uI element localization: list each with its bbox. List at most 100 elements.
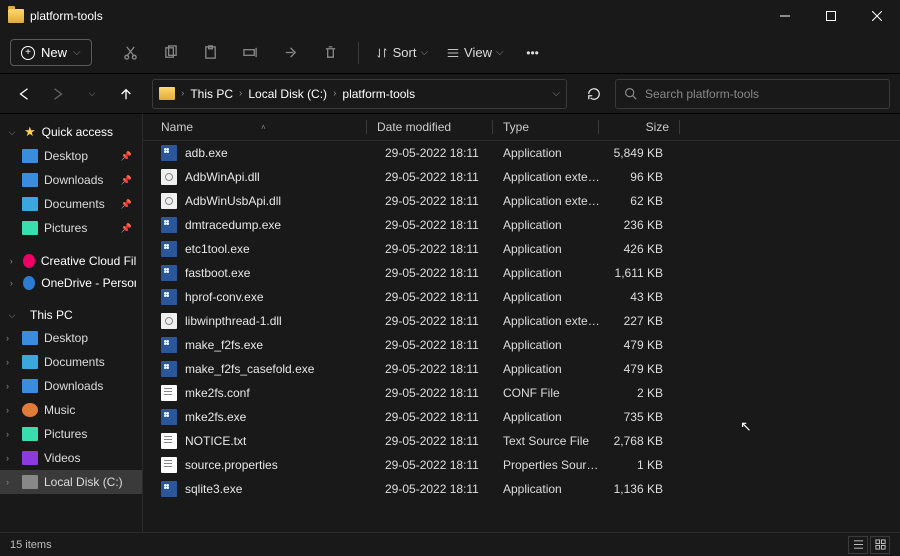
col-date[interactable]: Date modified: [377, 120, 492, 134]
minimize-button[interactable]: [762, 0, 808, 32]
file-date: 29-05-2022 18:11: [385, 242, 503, 256]
file-row[interactable]: make_f2fs_casefold.exe29-05-2022 18:11Ap…: [143, 357, 900, 381]
file-size: 227 KB: [603, 314, 663, 328]
file-row[interactable]: source.properties29-05-2022 18:11Propert…: [143, 453, 900, 477]
file-name: hprof-conv.exe: [185, 290, 385, 304]
col-type[interactable]: Type: [503, 120, 598, 134]
file-size: 1,136 KB: [603, 482, 663, 496]
file-row[interactable]: dmtracedump.exe29-05-2022 18:11Applicati…: [143, 213, 900, 237]
file-name: mke2fs.conf: [185, 386, 385, 400]
file-type: Text Source File: [503, 434, 603, 448]
file-type: CONF File: [503, 386, 603, 400]
more-icon[interactable]: •••: [516, 38, 550, 68]
chevron-right-icon: ›: [6, 256, 17, 266]
delete-icon[interactable]: [314, 38, 348, 68]
recent-dropdown[interactable]: ⌵: [78, 80, 106, 108]
cut-icon[interactable]: [114, 38, 148, 68]
sidebar-item[interactable]: Desktop📌: [0, 144, 142, 168]
file-date: 29-05-2022 18:11: [385, 170, 503, 184]
file-row[interactable]: etc1tool.exe29-05-2022 18:11Application4…: [143, 237, 900, 261]
sidebar-item[interactable]: ›Pictures: [0, 422, 142, 446]
file-icon: [161, 313, 177, 329]
sidebar-item[interactable]: ›OneDrive - Persona: [0, 272, 142, 294]
file-row[interactable]: AdbWinApi.dll29-05-2022 18:11Application…: [143, 165, 900, 189]
folder-icon: [8, 9, 24, 23]
file-icon: [161, 409, 177, 425]
sidebar-item[interactable]: Documents📌: [0, 192, 142, 216]
close-button[interactable]: [854, 0, 900, 32]
file-row[interactable]: mke2fs.exe29-05-2022 18:11Application735…: [143, 405, 900, 429]
column-headers: Name˄ Date modified Type Size: [143, 114, 900, 141]
sidebar-item[interactable]: ›Downloads: [0, 374, 142, 398]
file-type: Application: [503, 290, 603, 304]
sidebar-quick-access[interactable]: ⌵ ★ Quick access: [0, 120, 142, 144]
titlebar[interactable]: platform-tools: [0, 0, 900, 32]
view-button[interactable]: View ⌵: [440, 45, 510, 60]
item-icon: [22, 331, 38, 345]
file-name: make_f2fs_casefold.exe: [185, 362, 385, 376]
sidebar-item[interactable]: ›Creative Cloud Files: [0, 250, 142, 272]
file-row[interactable]: mke2fs.conf29-05-2022 18:11CONF File2 KB: [143, 381, 900, 405]
pin-icon: 📌: [121, 199, 132, 210]
item-icon: [22, 451, 38, 465]
sidebar-item[interactable]: ›Videos: [0, 446, 142, 470]
file-date: 29-05-2022 18:11: [385, 314, 503, 328]
search-input[interactable]: Search platform-tools: [615, 79, 890, 109]
toolbar: + New ⌵ Sort ⌵ View ⌵ •••: [0, 32, 900, 74]
file-row[interactable]: AdbWinUsbApi.dll29-05-2022 18:11Applicat…: [143, 189, 900, 213]
item-icon: [23, 276, 36, 290]
file-row[interactable]: make_f2fs.exe29-05-2022 18:11Application…: [143, 333, 900, 357]
file-row[interactable]: fastboot.exe29-05-2022 18:11Application1…: [143, 261, 900, 285]
file-row[interactable]: adb.exe29-05-2022 18:11Application5,849 …: [143, 141, 900, 165]
file-date: 29-05-2022 18:11: [385, 482, 503, 496]
star-icon: ★: [24, 124, 36, 140]
file-date: 29-05-2022 18:11: [385, 362, 503, 376]
file-row[interactable]: libwinpthread-1.dll29-05-2022 18:11Appli…: [143, 309, 900, 333]
refresh-button[interactable]: [579, 79, 609, 109]
chevron-right-icon: ›: [6, 429, 9, 439]
sidebar-item[interactable]: ›Desktop: [0, 326, 142, 350]
sidebar-item[interactable]: ›Local Disk (C:): [0, 470, 142, 494]
file-name: fastboot.exe: [185, 266, 385, 280]
file-icon: [161, 337, 177, 353]
sidebar-item[interactable]: ›Documents: [0, 350, 142, 374]
details-view-button[interactable]: [848, 536, 868, 554]
chevron-right-icon: ›: [6, 477, 9, 487]
file-type: Application: [503, 146, 603, 160]
crumb-disk[interactable]: Local Disk (C:): [246, 87, 329, 101]
sidebar-item[interactable]: Pictures📌: [0, 216, 142, 240]
file-size: 426 KB: [603, 242, 663, 256]
rename-icon[interactable]: [234, 38, 268, 68]
file-date: 29-05-2022 18:11: [385, 410, 503, 424]
file-size: 1 KB: [603, 458, 663, 472]
file-type: Application: [503, 362, 603, 376]
item-icon: [22, 197, 38, 211]
back-button[interactable]: [10, 80, 38, 108]
sort-button[interactable]: Sort ⌵: [369, 45, 434, 60]
chevron-down-icon[interactable]: ⌵: [552, 88, 560, 99]
up-button[interactable]: [112, 80, 140, 108]
item-icon: [23, 254, 35, 268]
forward-button[interactable]: [44, 80, 72, 108]
sidebar-this-pc[interactable]: ⌵ This PC: [0, 304, 142, 326]
item-icon: [22, 173, 38, 187]
share-icon[interactable]: [274, 38, 308, 68]
item-icon: [22, 355, 38, 369]
pin-icon: 📌: [121, 175, 132, 186]
file-row[interactable]: NOTICE.txt29-05-2022 18:11Text Source Fi…: [143, 429, 900, 453]
sidebar-item[interactable]: Downloads📌: [0, 168, 142, 192]
crumb-thispc[interactable]: This PC: [188, 87, 235, 101]
copy-icon[interactable]: [154, 38, 188, 68]
file-row[interactable]: hprof-conv.exe29-05-2022 18:11Applicatio…: [143, 285, 900, 309]
breadcrumb[interactable]: › This PC › Local Disk (C:) › platform-t…: [152, 79, 567, 109]
sidebar-item[interactable]: ›Music: [0, 398, 142, 422]
file-icon: [161, 169, 177, 185]
thumbnails-view-button[interactable]: [870, 536, 890, 554]
col-name[interactable]: Name˄: [161, 120, 366, 134]
new-button[interactable]: + New ⌵: [10, 39, 92, 66]
col-size[interactable]: Size: [609, 120, 669, 134]
file-row[interactable]: sqlite3.exe29-05-2022 18:11Application1,…: [143, 477, 900, 501]
paste-icon[interactable]: [194, 38, 228, 68]
crumb-folder[interactable]: platform-tools: [340, 87, 417, 101]
maximize-button[interactable]: [808, 0, 854, 32]
